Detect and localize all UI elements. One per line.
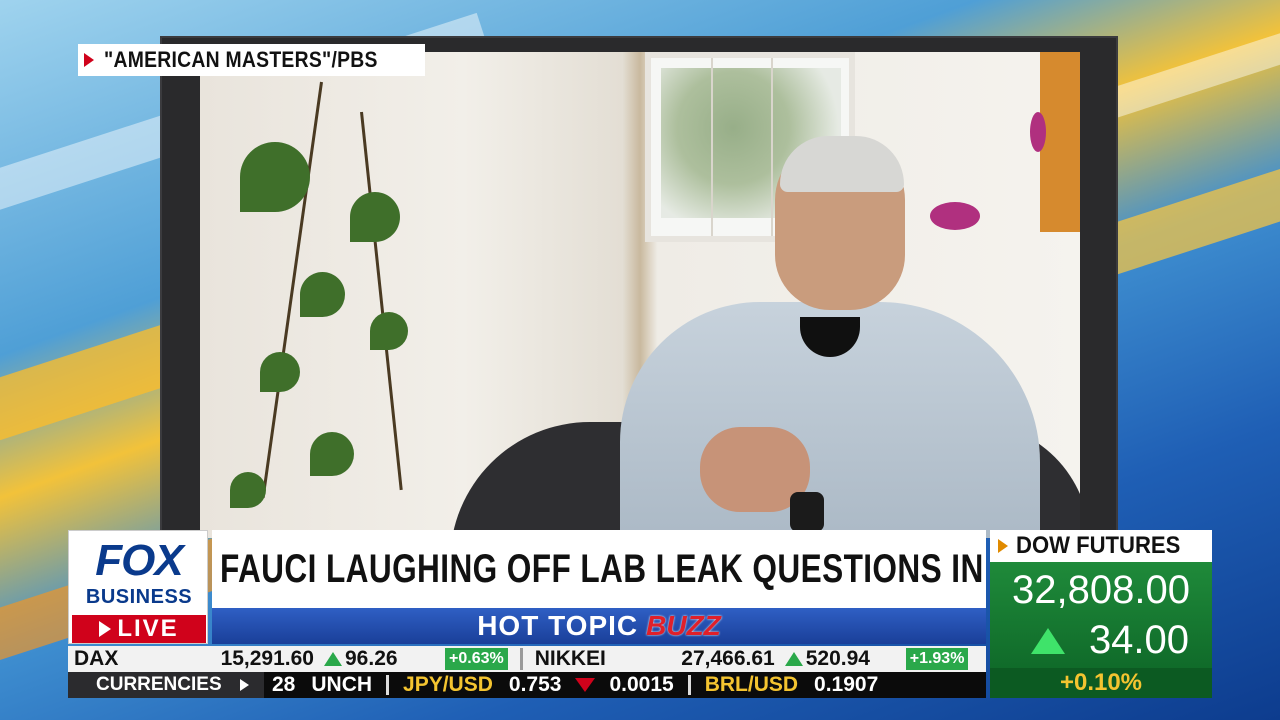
plant-leaf [370,312,408,350]
currency-label: CURRENCIES [68,672,264,698]
currency-ticker: CURRENCIES 28 UNCH JPY/USD 0.753 0.0015 … [68,672,986,698]
play-triangle-icon [239,679,249,691]
dow-futures-percent-value: +0.10% [1059,669,1143,696]
ticker-divider [386,675,390,695]
play-triangle-icon [998,539,1008,553]
background-wall [1040,52,1080,232]
fox-logo-text: FOX [95,536,183,585]
plant-leaf [240,142,310,212]
live-badge-text: LIVE [117,615,179,642]
plant-leaf [260,352,300,392]
currency-pair: BRL/USD [704,673,799,696]
dow-futures-label: DOW FUTURES [990,530,1212,562]
dow-futures-value: 32,808.00 [1012,568,1190,612]
dow-futures-change-value: 34.00 [1088,618,1190,662]
video-scene [200,52,1080,538]
ticker-value: 27,466.61 [681,647,775,670]
currency-change: 0.0015 [609,673,674,696]
ticker-change: 520.94 [805,647,870,670]
video-credit: "AMERICAN MASTERS"/PBS [78,44,426,76]
dow-futures-box: 32,808.00 34.00 [990,562,1212,668]
up-arrow-icon [1030,627,1065,654]
topic-label: HOT TOPIC [477,610,639,641]
ticker-divider [687,675,691,695]
orchid-flower [930,202,980,230]
up-arrow-icon [324,652,342,666]
plant-leaf [310,432,354,476]
ticker-value: 15,291.60 [220,647,314,670]
live-badge: LIVE [72,615,206,643]
currency-pair: JPY/USD [403,673,493,696]
plant-leaf [300,272,345,317]
currency-label-text: CURRENCIES [96,674,222,695]
headline-banner: FAUCI LAUGHING OFF LAB LEAK QUESTIONS IN… [212,530,986,608]
dow-futures-label-text: DOW FUTURES [1016,532,1181,559]
up-arrow-icon [784,652,803,666]
orchid-flower [1030,112,1046,152]
ticker-item-dax: DAX 15,291.60 96.26 +0.63% [68,647,514,671]
video-credit-text: "AMERICAN MASTERS"/PBS [104,47,378,72]
currency-value: 28 [272,673,296,696]
plant-leaf [230,472,266,508]
down-arrow-icon [575,678,596,692]
live-triangle-icon [99,621,112,637]
ticker-percent: +0.63% [445,648,508,670]
ticker-name: NIKKEI [534,647,606,670]
ticker-percent: +1.93% [905,648,969,670]
plant-stem [360,111,403,491]
play-triangle-icon [84,53,94,67]
topic-label-accent: BUZZ [646,610,721,641]
wristwatch [790,492,824,532]
network-logo: FOX BUSINESS LIVE [68,530,208,644]
ticker-divider [519,648,523,670]
market-ticker-top: DAX 15,291.60 96.26 +0.63% NIKKEI 27,466… [68,646,986,672]
business-logo-text: BUSINESS [85,586,193,608]
dow-futures-percent: +0.10% [990,668,1212,698]
plant-leaf [350,192,400,242]
ticker-item-nikkei: NIKKEI 27,466.61 520.94 +1.93% [529,647,975,671]
ticker-name: DAX [74,647,119,670]
ticker-change: 96.26 [345,647,398,670]
video-frame[interactable] [160,36,1118,538]
topic-bar: HOT TOPIC BUZZ [212,608,986,644]
headline-text: FAUCI LAUGHING OFF LAB LEAK QUESTIONS IN… [220,546,986,591]
dow-futures-change: 34.00 [1020,618,1200,663]
currency-value: 0.1907 [814,673,879,696]
currency-change: UNCH [311,673,373,696]
currency-value: 0.753 [508,673,562,696]
